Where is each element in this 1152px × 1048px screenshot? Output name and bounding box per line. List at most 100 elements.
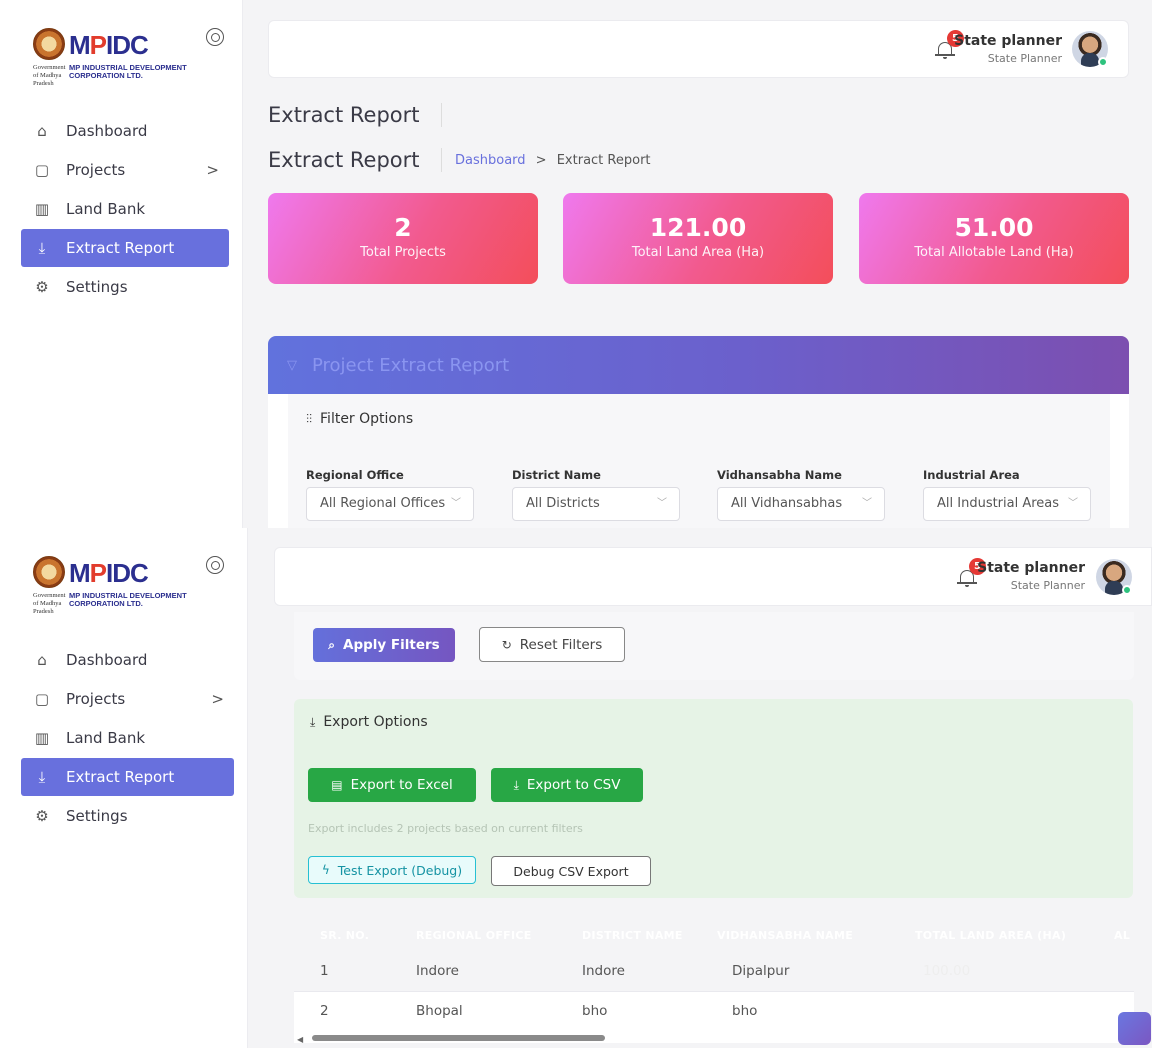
vidhansabha-select[interactable]: All Vidhansabhas ﹀ xyxy=(717,487,885,521)
filter-label-district-name: District Name xyxy=(512,468,601,482)
file-icon: ▤ xyxy=(331,778,343,792)
stat-label: Total Projects xyxy=(360,245,446,260)
column-header: TOTAL LAND AREA (HA) xyxy=(915,929,1067,942)
gear-icon: ⚙ xyxy=(35,807,49,825)
map-icon: ▥ xyxy=(34,200,50,218)
sidebar-item-label: Land Bank xyxy=(66,200,146,218)
sidebar-item-label: Projects xyxy=(66,161,126,179)
download-icon: ⤓ xyxy=(513,777,519,792)
export-csv-button[interactable]: ⤓ Export to CSV xyxy=(491,768,643,802)
apply-filters-button[interactable]: ⌕ Apply Filters xyxy=(313,628,455,662)
logo-gov-line: Government of Madhya Pradesh xyxy=(33,592,66,615)
filter-label-industrial-area: Industrial Area xyxy=(923,468,1020,482)
horizontal-scrollbar[interactable]: ◀ xyxy=(294,1033,1134,1044)
logo-mark: MPIDC xyxy=(69,30,149,60)
district-select[interactable]: All Districts ﹀ xyxy=(512,487,680,521)
lightning-icon: ϟ xyxy=(321,863,330,877)
debug-csv-export-button[interactable]: Debug CSV Export xyxy=(491,856,651,886)
regional-office-select[interactable]: All Regional Offices ﹀ xyxy=(306,487,474,521)
stat-label: Total Land Area (Ha) xyxy=(631,245,765,260)
sidebar-item-dashboard[interactable]: ⌂ Dashboard xyxy=(21,641,234,679)
chevron-right-icon: > xyxy=(206,161,219,179)
export-options-title: ⤓ Export Options xyxy=(310,714,428,730)
table-row[interactable]: 1 Indore Indore Dipalpur 100.00 xyxy=(294,952,1134,991)
filter-label-vidhansabha-name: Vidhansabha Name xyxy=(717,468,842,482)
brand-logo[interactable]: MPIDC Government of Madhya Pradesh MP IN… xyxy=(33,556,223,616)
test-export-button[interactable]: ϟ Test Export (Debug) xyxy=(308,856,476,884)
filter-options-title: ⫶⫶ Filter Options xyxy=(306,411,414,427)
breadcrumb-home-link[interactable]: Dashboard xyxy=(455,153,526,168)
floating-action-button[interactable] xyxy=(1118,1012,1151,1045)
sidebar-item-settings[interactable]: ⚙ Settings xyxy=(21,268,229,306)
refresh-icon: ↻ xyxy=(501,637,512,652)
funnel-icon: ▽ xyxy=(287,358,297,373)
industrial-area-select[interactable]: All Industrial Areas ﹀ xyxy=(923,487,1091,521)
screen-top: MPIDC Government of Madhya Pradesh MP IN… xyxy=(0,0,1152,528)
sidebar-item-extract-report[interactable]: ⤓ Extract Report xyxy=(21,758,234,796)
sidebar-item-label: Settings xyxy=(66,807,128,825)
report-table: SR. NO. REGIONAL OFFICE DISTRICT NAME VI… xyxy=(294,918,1134,1043)
column-header: AL xyxy=(1114,929,1131,942)
stat-card-total-projects: 2 Total Projects xyxy=(268,193,538,284)
sidebar-nav: ⌂ Dashboard ▢ Projects > ▥ Land Bank ⤓ Extrac… xyxy=(21,641,234,836)
search-icon: ⌕ xyxy=(328,637,336,652)
emblem-icon xyxy=(33,28,65,60)
page-title: Extract Report xyxy=(268,103,420,127)
logo-gov-line: Government of Madhya Pradesh xyxy=(33,64,66,87)
sidebar-item-label: Settings xyxy=(66,278,128,296)
emblem-icon xyxy=(33,556,65,588)
top-header: 5 State planner State Planner xyxy=(268,20,1129,78)
column-header: SR. NO. xyxy=(320,929,370,942)
sidebar-toggle-icon[interactable] xyxy=(206,556,224,574)
filter-label-regional-office: Regional Office xyxy=(306,468,404,482)
table-cell: 100.00 xyxy=(923,963,971,979)
column-header: DISTRICT NAME xyxy=(582,929,683,942)
scrollbar-thumb[interactable] xyxy=(312,1035,605,1041)
column-header: VIDHANSABHA NAME xyxy=(717,929,854,942)
sidebar-item-label: Land Bank xyxy=(66,729,146,747)
clipboard-icon: ▢ xyxy=(34,690,50,708)
sidebar-item-land-bank[interactable]: ▥ Land Bank xyxy=(21,190,229,228)
sidebar-item-projects[interactable]: ▢ Projects > xyxy=(21,151,229,189)
online-status-dot xyxy=(1098,57,1108,67)
gear-icon: ⚙ xyxy=(35,278,49,296)
sidebar-item-dashboard[interactable]: ⌂ Dashboard xyxy=(21,112,229,150)
chevron-down-icon: ﹀ xyxy=(451,498,461,509)
logo-corp-line: MP INDUSTRIAL DEVELOPMENT CORPORATION LTD… xyxy=(69,63,187,80)
table-row[interactable]: 2 Bhopal bho bho xyxy=(294,991,1134,1030)
table-cell: 2 xyxy=(320,1003,329,1019)
table-cell: 1 xyxy=(320,963,329,979)
page-title-secondary: Extract Report xyxy=(268,148,420,172)
map-icon: ▥ xyxy=(34,729,50,747)
table-cell: Bhopal xyxy=(416,1003,463,1019)
sidebar-item-settings[interactable]: ⚙ Settings xyxy=(21,797,234,835)
home-icon: ⌂ xyxy=(37,651,47,669)
chevron-down-icon: ﹀ xyxy=(657,498,667,509)
column-header: REGIONAL OFFICE xyxy=(416,929,532,942)
clipboard-icon: ▢ xyxy=(34,161,50,179)
chevron-down-icon: ﹀ xyxy=(862,498,872,509)
logo-mark: MPIDC xyxy=(69,558,149,588)
sidebar-item-label: Dashboard xyxy=(66,122,148,140)
sidebar: MPIDC Government of Madhya Pradesh MP IN… xyxy=(0,0,243,528)
export-excel-button[interactable]: ▤ Export to Excel xyxy=(308,768,476,802)
table-cell: Dipalpur xyxy=(732,963,790,979)
download-icon: ⤓ xyxy=(310,715,316,729)
top-header: 5 State planner State Planner xyxy=(274,547,1152,606)
sidebar-item-label: Dashboard xyxy=(66,651,148,669)
brand-logo[interactable]: MPIDC Government of Madhya Pradesh MP IN… xyxy=(33,28,223,88)
chevron-right-icon: > xyxy=(211,690,224,708)
sidebar-item-projects[interactable]: ▢ Projects > xyxy=(21,680,234,718)
stat-card-total-land-area: 121.00 Total Land Area (Ha) xyxy=(563,193,833,284)
sidebar-item-label: Extract Report xyxy=(66,768,175,786)
sidebar-nav: ⌂ Dashboard ▢ Projects > ▥ Land Bank ⤓ Extrac… xyxy=(21,112,229,307)
sidebar-item-land-bank[interactable]: ▥ Land Bank xyxy=(21,719,234,757)
reset-filters-button[interactable]: ↻ Reset Filters xyxy=(479,627,625,662)
chevron-down-icon: ﹀ xyxy=(1068,498,1078,509)
table-cell: bho xyxy=(732,1003,758,1019)
sidebar-item-extract-report[interactable]: ⤓ Extract Report xyxy=(21,229,229,267)
table-cell: Indore xyxy=(582,963,625,979)
sidebar-toggle-icon[interactable] xyxy=(206,28,224,46)
online-status-dot xyxy=(1122,585,1132,595)
scroll-left-arrow-icon[interactable]: ◀ xyxy=(297,1035,303,1044)
